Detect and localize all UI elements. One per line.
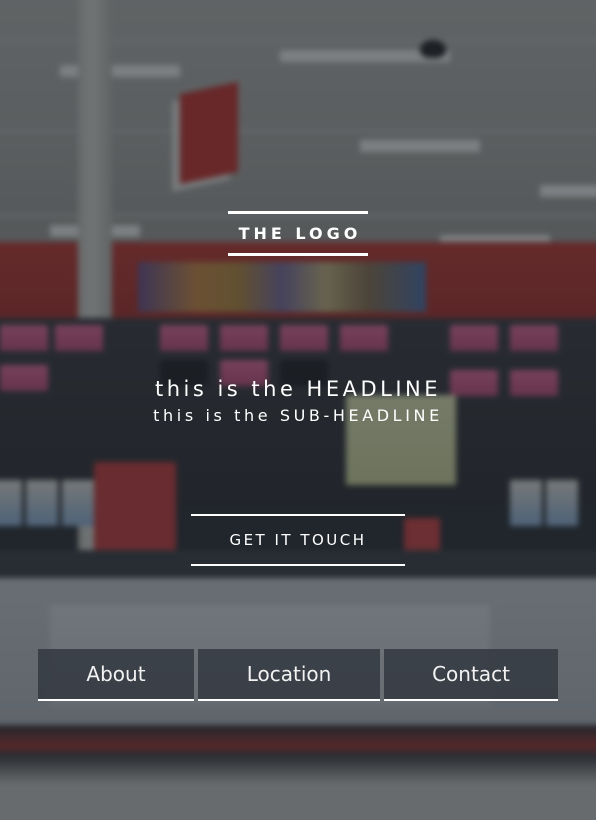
site-logo[interactable]: THE LOGO xyxy=(228,211,368,256)
bottom-nav: About Location Contact xyxy=(38,649,558,701)
landing-page: THE LOGO this is the HEADLINE this is th… xyxy=(0,0,596,820)
nav-contact-button[interactable]: Contact xyxy=(384,649,558,701)
get-in-touch-button[interactable]: GET IT TOUCH xyxy=(191,514,405,566)
nav-location-button[interactable]: Location xyxy=(198,649,380,701)
hero-headline: this is the HEADLINE xyxy=(154,377,442,401)
hero-subheadline: this is the SUB-HEADLINE xyxy=(153,406,443,425)
nav-about-button[interactable]: About xyxy=(38,649,194,701)
